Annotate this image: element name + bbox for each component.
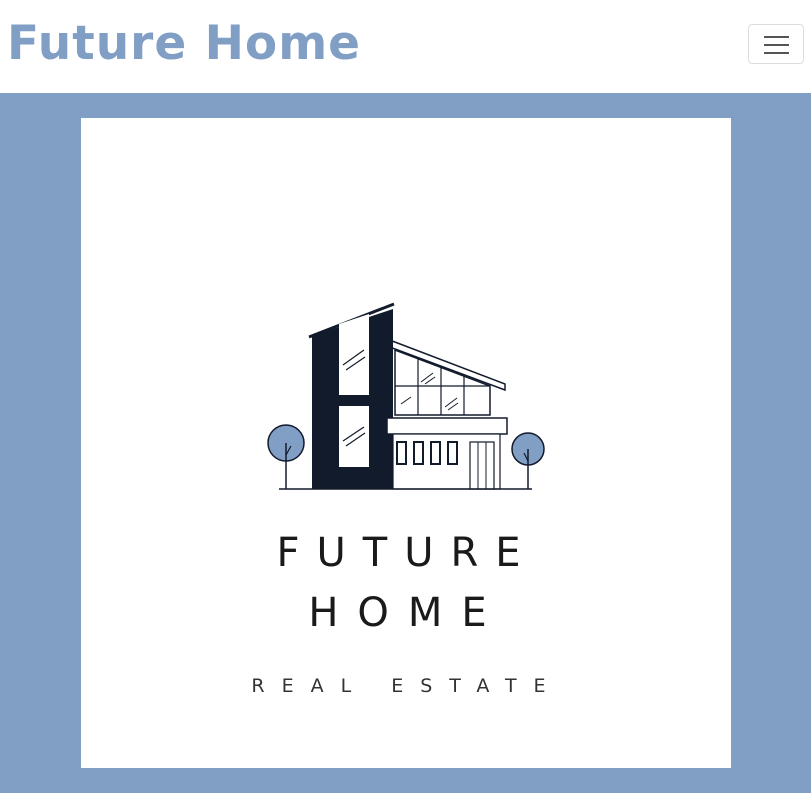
brand-link[interactable]: Future Home [7,14,361,74]
navbar: Future Home [0,0,811,93]
company-logo: FUTURE HOME REAL ESTATE [251,302,562,697]
logo-tagline: REAL ESTATE [251,675,562,697]
logo-line-home: HOME [308,590,505,636]
navbar-toggle-button[interactable] [748,24,804,64]
modern-house-icon [267,302,545,490]
logo-line-future: FUTURE [276,530,537,576]
hamburger-menu-icon [764,36,789,54]
hero-section: FUTURE HOME REAL ESTATE [0,93,811,793]
tree-right-icon [511,432,545,489]
logo-card: FUTURE HOME REAL ESTATE [81,118,731,768]
tree-left-icon [267,424,305,489]
